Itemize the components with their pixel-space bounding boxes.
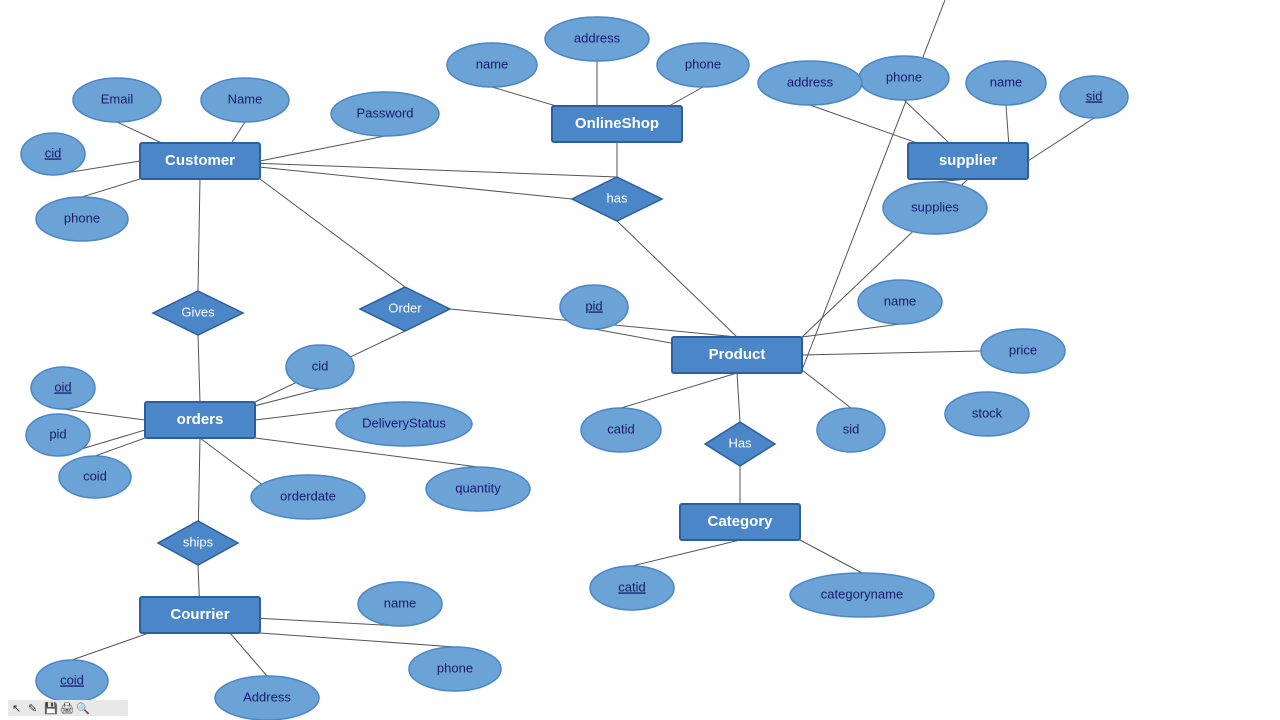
ellipse-deliverystatus-label: DeliveryStatus <box>362 415 446 430</box>
ellipse-phone-cust-label: phone <box>64 210 100 225</box>
diamond-has-label: has <box>607 190 628 205</box>
ellipse-stock-label: stock <box>972 405 1003 420</box>
ellipse-cid-ord-label: cid <box>312 358 329 373</box>
entity-courrier-label: Courrier <box>170 606 229 623</box>
toolbar-icon-pointer[interactable]: ↖ <box>12 703 21 715</box>
diamond-gives-label: Gives <box>181 304 215 319</box>
entity-orders-label: orders <box>177 411 224 428</box>
ellipse-catid-prod-label: catid <box>607 421 634 436</box>
ellipse-supplies-label: supplies <box>911 199 959 214</box>
ellipse-name-prod-label: name <box>884 293 917 308</box>
ellipse-phone-sup-label: phone <box>886 69 922 84</box>
ellipse-catid-cat-label: catid <box>618 579 645 594</box>
ellipse-coid-ord-label: coid <box>83 468 107 483</box>
diamond-ships-label: ships <box>183 534 214 549</box>
ellipse-sid-sup-label: sid <box>1086 88 1103 103</box>
diamond-has2-label: Has <box>728 435 752 450</box>
entity-onlineshop-label: OnlineShop <box>575 115 659 132</box>
entity-customer-label: Customer <box>165 152 235 169</box>
ellipse-pid-prod-label: pid <box>585 298 602 313</box>
ellipse-name-sup-label: name <box>990 74 1023 89</box>
ellipse-name-cust-label: Name <box>228 91 263 106</box>
er-diagram: OnlineShop Customer supplier Product ord… <box>0 0 1280 720</box>
ellipse-name-top-label: name <box>476 56 509 71</box>
entity-supplier-label: supplier <box>939 152 998 169</box>
ellipse-quantity-label: quantity <box>455 480 501 495</box>
toolbar-icon-zoom[interactable]: 🔍 <box>76 701 90 715</box>
ellipse-phone-cour-label: phone <box>437 660 473 675</box>
ellipse-password-label: Password <box>356 105 413 120</box>
ellipse-name-cour-label: name <box>384 595 417 610</box>
toolbar-icon-save[interactable]: 💾 <box>44 702 58 715</box>
ellipse-coid-cour-label: coid <box>60 672 84 687</box>
ellipse-orderdate-label: orderdate <box>280 488 336 503</box>
ellipse-sid-prod-label: sid <box>843 421 860 436</box>
toolbar-icon-print[interactable]: 🖨 <box>60 702 74 715</box>
ellipse-oid-label: oid <box>54 379 71 394</box>
ellipse-address-sup-label: address <box>787 74 834 89</box>
entity-product-label: Product <box>709 346 766 363</box>
ellipse-email-label: Email <box>101 91 134 106</box>
toolbar-icon-edit[interactable]: ✎ <box>28 703 37 715</box>
ellipse-price-label: price <box>1009 342 1037 357</box>
diamond-order-label: Order <box>388 300 422 315</box>
ellipse-categoryname-label: categoryname <box>821 586 903 601</box>
ellipse-address-cour-label: Address <box>243 689 291 704</box>
ellipse-pid-ord-label: pid <box>49 426 66 441</box>
ellipse-phone-top-label: phone <box>685 56 721 71</box>
entity-category-label: Category <box>707 513 773 530</box>
ellipse-address-top-label: address <box>574 30 621 45</box>
ellipse-cid-cust-label: cid <box>45 145 62 160</box>
